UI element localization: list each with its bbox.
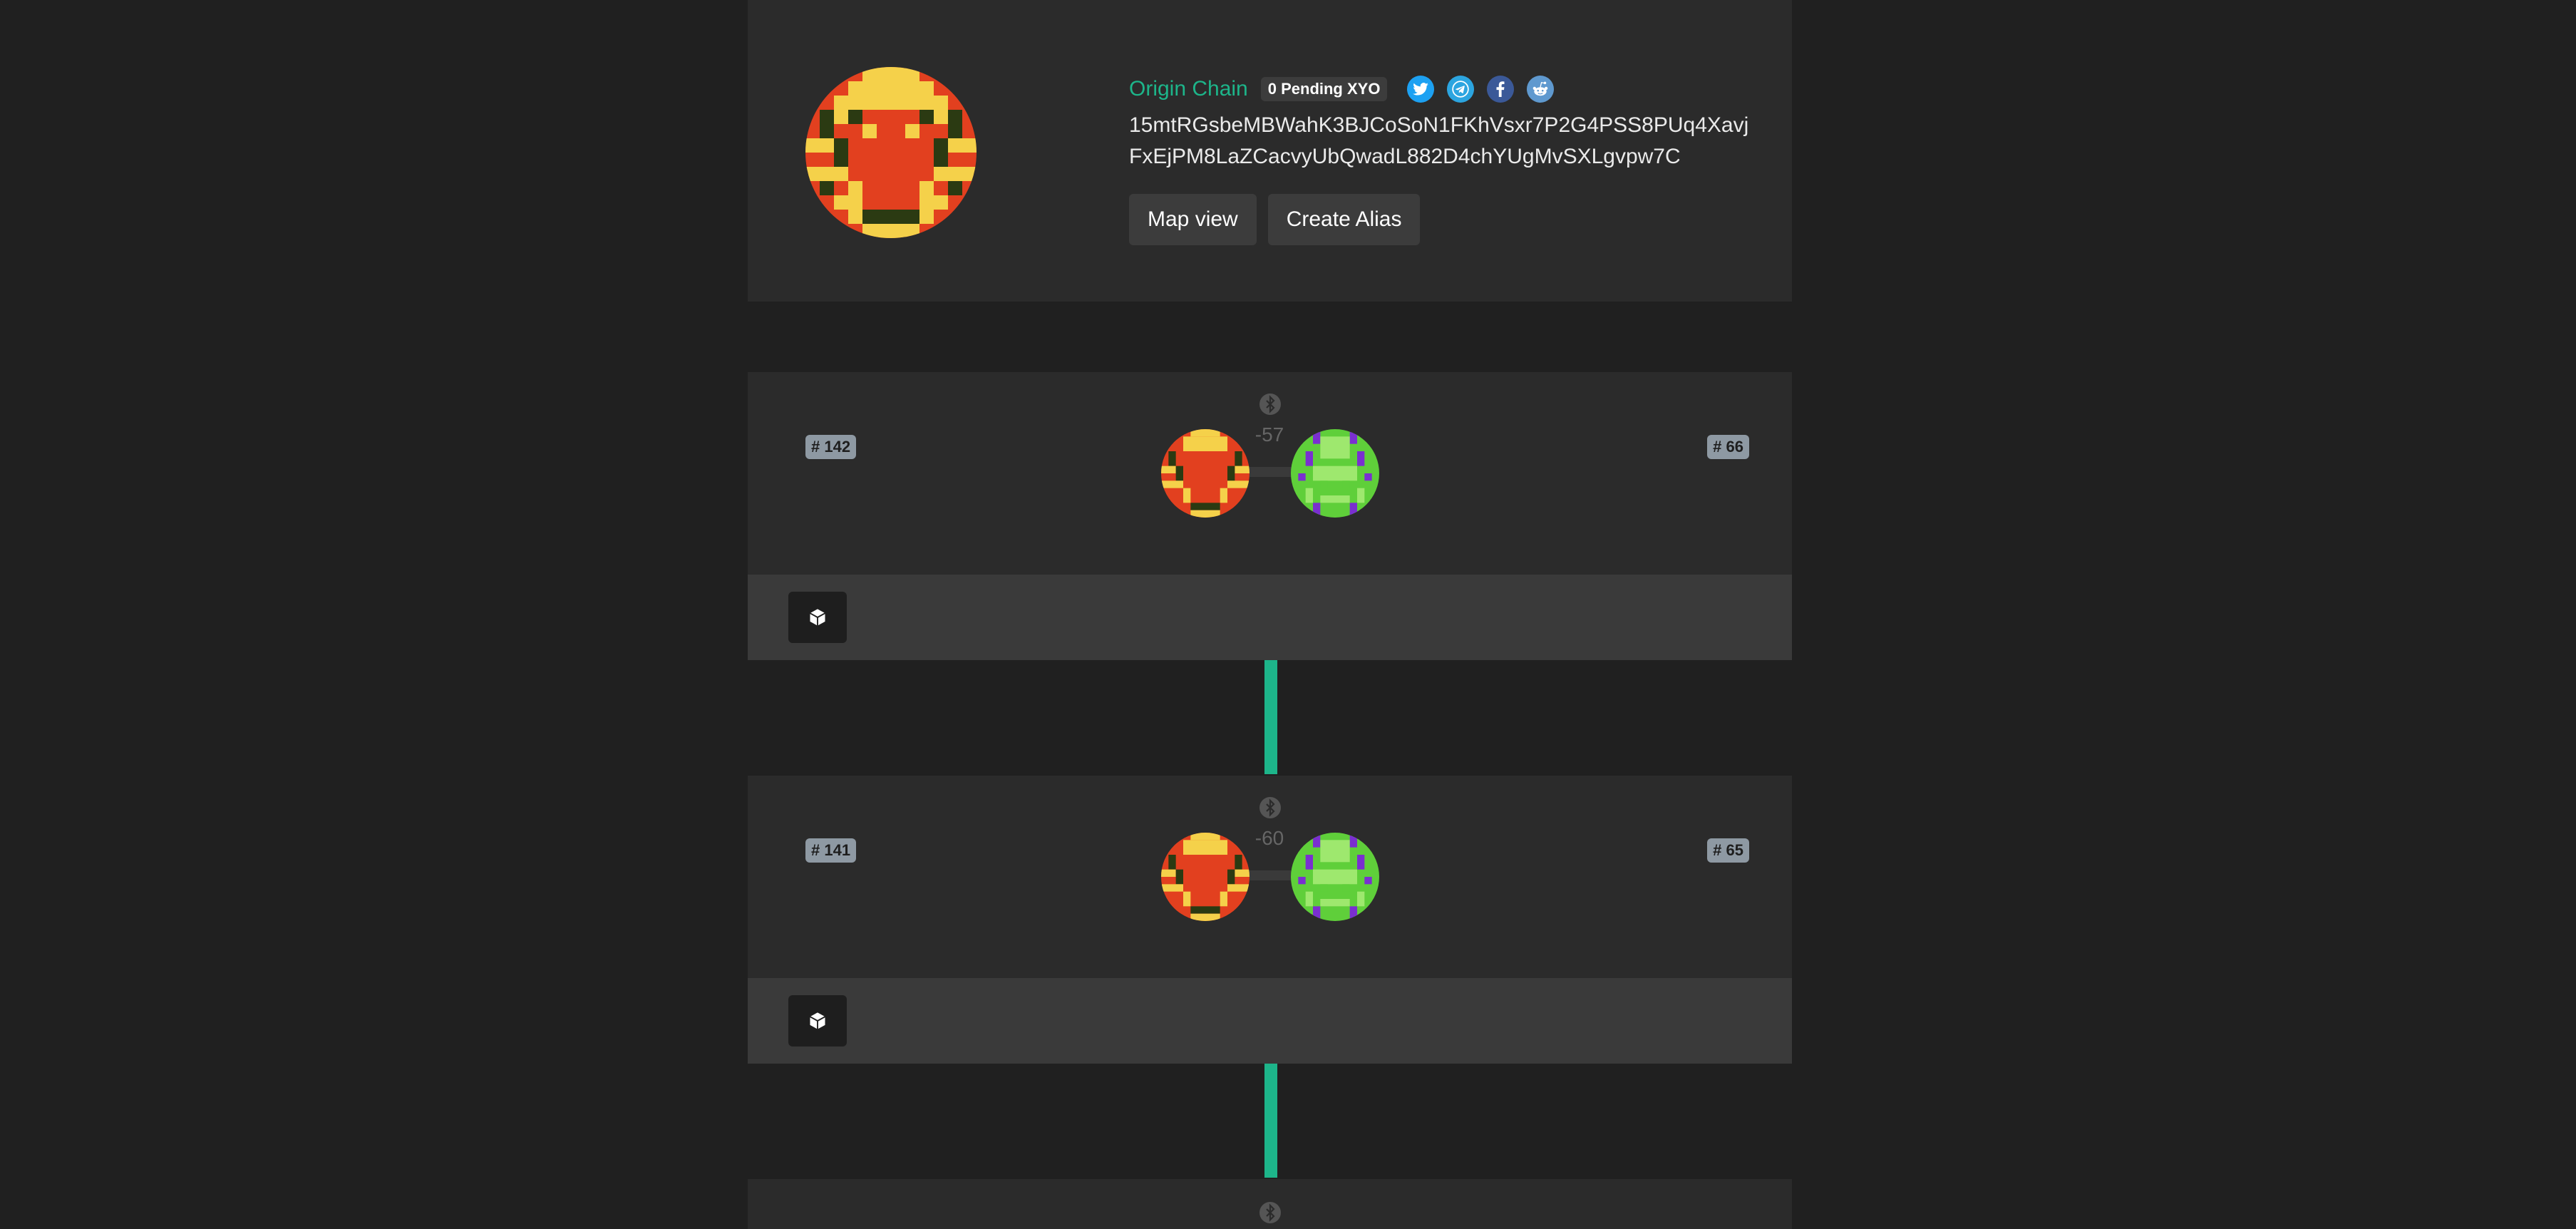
origin-title-row: Origin Chain 0 Pending XYO (1129, 74, 1771, 104)
cube-icon (810, 609, 825, 626)
address-line-2: FxEjPM8LaZCacvyUbQwadL882D4chYUgMvSXLgvp… (1129, 145, 1681, 168)
social-share-buttons (1407, 76, 1567, 103)
block-card (748, 1179, 1792, 1229)
map-view-button[interactable]: Map view (1129, 194, 1257, 245)
bluetooth-icon (1259, 797, 1281, 818)
origin-header-card: Origin Chain 0 Pending XYO 15mtRGsbeMBWa… (748, 0, 1792, 302)
peer-index-badge: # 65 (1707, 838, 1749, 863)
cube-icon (810, 1012, 825, 1029)
origin-chain-link[interactable]: Origin Chain (1129, 77, 1248, 101)
block-card-body: # 141 -60 # 65 (748, 776, 1792, 978)
origin-index-badge: # 141 (805, 838, 857, 863)
facebook-icon[interactable] (1487, 76, 1515, 103)
block-card-body (748, 1179, 1792, 1229)
peer-node-avatar[interactable] (1291, 429, 1379, 518)
create-alias-button[interactable]: Create Alias (1267, 194, 1421, 245)
bluetooth-icon (1259, 394, 1281, 415)
chain-connector (1264, 1064, 1277, 1178)
twitter-icon[interactable] (1407, 76, 1435, 103)
block-card: # 142 -57 # 66 (748, 372, 1792, 660)
chain-connector (1264, 660, 1277, 774)
origin-node-avatar[interactable] (1161, 833, 1250, 921)
telegram-icon[interactable] (1447, 76, 1475, 103)
origin-index-badge: # 142 (805, 435, 857, 459)
reddit-icon[interactable] (1527, 76, 1555, 103)
block-detail-button[interactable] (788, 592, 847, 643)
origin-address: 15mtRGsbeMBWahK3BJCoSoN1FKhVsxr7P2G4PSS8… (1129, 110, 1771, 173)
block-card-footer (748, 575, 1792, 660)
block-detail-button[interactable] (788, 995, 847, 1047)
origin-avatar (805, 67, 977, 238)
pending-xyo-badge: 0 Pending XYO (1260, 77, 1388, 101)
peer-node-avatar[interactable] (1291, 833, 1379, 921)
block-card: # 141 -60 # 65 (748, 776, 1792, 1064)
block-card-body: # 142 -57 # 66 (748, 372, 1792, 575)
origin-info: Origin Chain 0 Pending XYO 15mtRGsbeMBWa… (1129, 74, 1771, 245)
header-actions: Map view Create Alias (1129, 194, 1771, 245)
block-card-footer (748, 978, 1792, 1064)
bluetooth-icon (1259, 1202, 1281, 1223)
peer-index-badge: # 66 (1707, 435, 1749, 459)
origin-node-avatar[interactable] (1161, 429, 1250, 518)
address-line-1: 15mtRGsbeMBWahK3BJCoSoN1FKhVsxr7P2G4PSS8… (1129, 113, 1749, 137)
